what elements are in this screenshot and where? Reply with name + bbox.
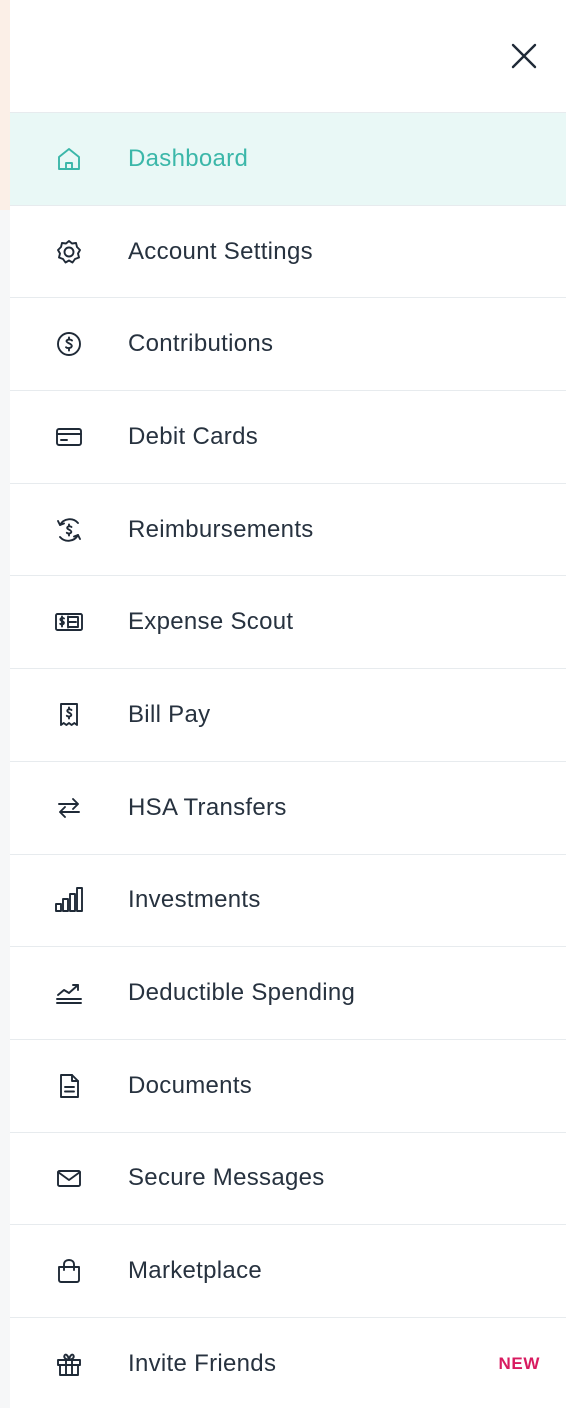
credit-card-icon (52, 420, 86, 454)
menu-item-label: Investments (128, 886, 261, 914)
close-button[interactable] (502, 34, 546, 78)
gift-icon (52, 1347, 86, 1381)
gear-icon (52, 235, 86, 269)
menu-item-label: Documents (128, 1071, 253, 1099)
document-icon (52, 1069, 86, 1103)
menu-item-bill-pay[interactable]: Bill Pay (10, 669, 566, 762)
menu-item-debit-cards[interactable]: Debit Cards (10, 391, 566, 484)
menu-item-invite-friends[interactable]: Invite Friends NEW (10, 1318, 566, 1408)
menu-item-dashboard[interactable]: Dashboard (10, 113, 566, 206)
menu-item-contributions[interactable]: Contributions (10, 298, 566, 392)
new-badge: NEW (498, 1353, 540, 1373)
menu-item-label: Contributions (128, 330, 274, 358)
menu-item-label: Account Settings (128, 237, 313, 265)
bill-icon (52, 698, 86, 732)
bar-chart-icon (52, 883, 86, 917)
shopping-bag-icon (52, 1254, 86, 1288)
menu-item-reimbursements[interactable]: Reimbursements (10, 484, 566, 577)
menu-item-label: Reimbursements (128, 515, 314, 543)
menu-item-marketplace[interactable]: Marketplace (10, 1225, 566, 1318)
menu-item-label: Secure Messages (128, 1164, 325, 1192)
top-bar (10, 0, 566, 113)
menu-item-label: Deductible Spending (128, 979, 356, 1007)
menu-item-label: Dashboard (128, 144, 249, 172)
trend-chart-icon (52, 976, 86, 1010)
menu-item-secure-messages[interactable]: Secure Messages (10, 1133, 566, 1226)
menu-item-hsa-transfers[interactable]: HSA Transfers (10, 762, 566, 855)
menu-item-deductible-spending[interactable]: Deductible Spending (10, 947, 566, 1040)
menu-item-label: Bill Pay (128, 700, 211, 728)
left-edge-accent (0, 0, 10, 210)
home-icon (52, 142, 86, 176)
menu-item-label: Debit Cards (128, 422, 259, 450)
menu-item-label: Expense Scout (128, 608, 294, 636)
close-icon (511, 43, 537, 69)
menu-item-account-settings[interactable]: Account Settings (10, 206, 566, 299)
transfer-arrows-icon (52, 791, 86, 825)
menu-item-label: Invite Friends (128, 1349, 277, 1377)
menu-item-label: Marketplace (128, 1257, 263, 1285)
dollar-circle-icon (52, 327, 86, 361)
dollar-refresh-icon (52, 513, 86, 547)
menu-item-expense-scout[interactable]: Expense Scout (10, 576, 566, 670)
envelope-icon (52, 1161, 86, 1195)
menu-item-investments[interactable]: Investments (10, 855, 566, 948)
left-edge (0, 0, 10, 1408)
menu-item-label: HSA Transfers (128, 793, 287, 821)
menu-item-documents[interactable]: Documents (10, 1040, 566, 1133)
side-menu: Dashboard Account Settings Contributions… (10, 113, 566, 1408)
receipt-scan-icon (52, 605, 86, 639)
